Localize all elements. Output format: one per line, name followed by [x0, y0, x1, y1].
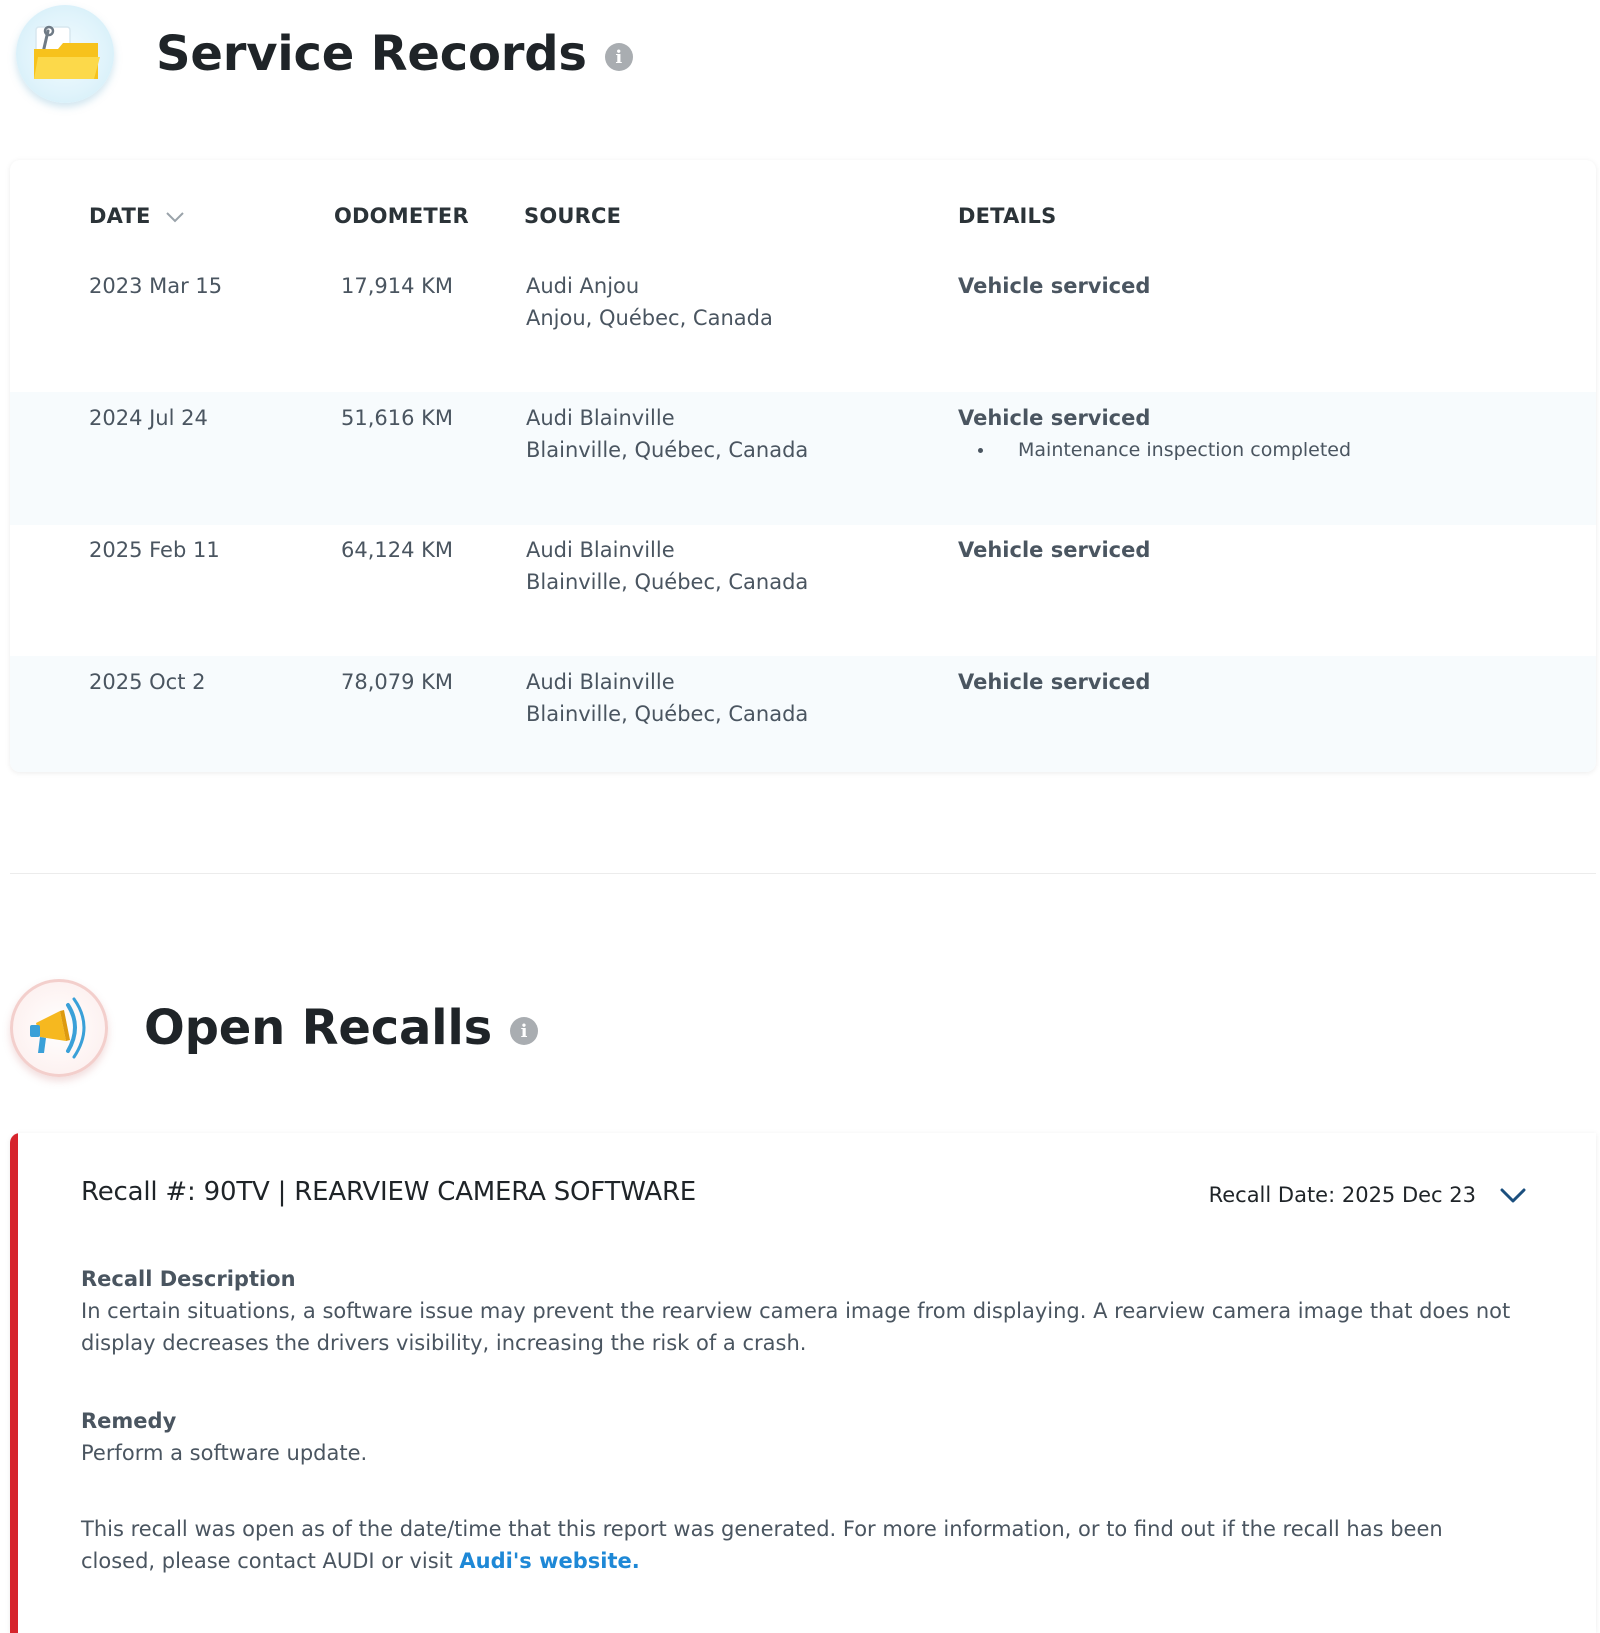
table-row: 2025 Feb 11 64,124 KM Audi Blainville Bl… — [10, 524, 1596, 657]
recall-accent-bar — [10, 1133, 18, 1633]
source-location: Blainville, Québec, Canada — [526, 438, 809, 462]
table-row: 2023 Mar 15 17,914 KM Audi Anjou Anjou, … — [10, 260, 1596, 393]
recall-description: Recall Description In certain situations… — [81, 1263, 1521, 1359]
audi-website-link[interactable]: Audi's website. — [459, 1549, 639, 1573]
recall-remedy-label: Remedy — [81, 1409, 177, 1433]
row-date: 2024 Jul 24 — [89, 406, 208, 430]
recall-remedy-text: Perform a software update. — [81, 1441, 368, 1465]
chevron-down-icon[interactable] — [165, 204, 185, 228]
source-location: Blainville, Québec, Canada — [526, 570, 809, 594]
detail-title: Vehicle serviced — [958, 670, 1151, 694]
recall-remedy: Remedy Perform a software update. — [81, 1405, 1521, 1469]
row-date: 2023 Mar 15 — [89, 274, 223, 298]
table-row: 2024 Jul 24 51,616 KM Audi Blainville Bl… — [10, 392, 1596, 525]
recall-card: Recall #: 90TV | REARVIEW CAMERA SOFTWAR… — [10, 1133, 1596, 1633]
section-title: Open Recalls — [144, 1000, 493, 1056]
section-divider — [10, 873, 1596, 874]
folder-wrench-icon — [16, 5, 114, 103]
detail-title: Vehicle serviced — [958, 538, 1151, 562]
recall-description-label: Recall Description — [81, 1267, 296, 1291]
row-source: Audi Blainville Blainville, Québec, Cana… — [526, 402, 808, 466]
detail-item: Maintenance inspection completed — [958, 434, 1351, 466]
row-details: Vehicle serviced — [958, 270, 1150, 302]
column-header-date-label: DATE — [89, 204, 151, 228]
source-location: Anjou, Québec, Canada — [526, 306, 773, 330]
recall-title: Recall #: 90TV | REARVIEW CAMERA SOFTWAR… — [81, 1177, 697, 1207]
table-header: DATE ODOMETER SOURCE DETAILS — [10, 160, 1596, 270]
source-name: Audi Blainville — [526, 670, 675, 694]
megaphone-icon — [10, 979, 108, 1077]
source-name: Audi Blainville — [526, 538, 675, 562]
row-details: Vehicle serviced — [958, 534, 1150, 566]
row-source: Audi Blainville Blainville, Québec, Cana… — [526, 666, 808, 730]
service-records-header: Service Records i — [16, 4, 633, 104]
column-header-details: DETAILS — [958, 204, 1057, 228]
column-header-odometer: ODOMETER — [334, 204, 469, 228]
source-location: Blainville, Québec, Canada — [526, 702, 809, 726]
info-icon[interactable]: i — [604, 43, 633, 71]
recall-description-text: In certain situations, a software issue … — [81, 1299, 1511, 1355]
row-date: 2025 Feb 11 — [89, 538, 220, 562]
info-icon[interactable]: i — [510, 1017, 539, 1045]
row-details: Vehicle serviced — [958, 666, 1150, 698]
table-row: 2025 Oct 2 78,079 KM Audi Blainville Bla… — [10, 656, 1596, 772]
source-name: Audi Anjou — [526, 274, 640, 298]
row-odometer: 51,616 KM — [341, 406, 454, 430]
row-source: Audi Blainville Blainville, Québec, Cana… — [526, 534, 808, 598]
detail-title: Vehicle serviced — [958, 406, 1151, 430]
column-header-date[interactable]: DATE — [89, 204, 185, 228]
row-date: 2025 Oct 2 — [89, 670, 206, 694]
recall-note: This recall was open as of the date/time… — [81, 1513, 1521, 1577]
row-odometer: 17,914 KM — [341, 274, 454, 298]
recall-date: Recall Date: 2025 Dec 23 — [1208, 1183, 1476, 1207]
column-header-source: SOURCE — [524, 204, 622, 228]
detail-title: Vehicle serviced — [958, 274, 1151, 298]
page-title: Service Records — [156, 26, 587, 82]
service-records-table: DATE ODOMETER SOURCE DETAILS 2023 Mar 15… — [10, 160, 1596, 772]
recall-note-text: This recall was open as of the date/time… — [81, 1517, 1443, 1573]
open-recalls-header: Open Recalls i — [10, 978, 539, 1078]
source-name: Audi Blainville — [526, 406, 675, 430]
row-source: Audi Anjou Anjou, Québec, Canada — [526, 270, 773, 334]
row-details: Vehicle serviced Maintenance inspection … — [958, 402, 1351, 466]
row-odometer: 78,079 KM — [341, 670, 454, 694]
row-odometer: 64,124 KM — [341, 538, 454, 562]
chevron-down-icon[interactable] — [1496, 1181, 1530, 1211]
